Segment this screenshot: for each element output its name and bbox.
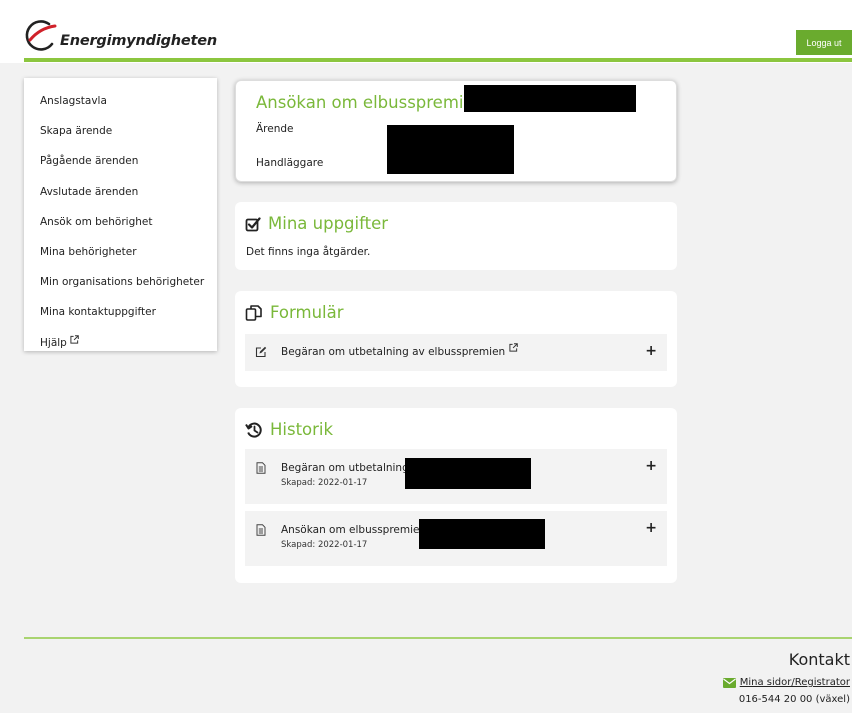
redacted-case-number — [419, 519, 545, 549]
form-item-label: Begäran om utbetalning av elbusspremien — [281, 346, 506, 358]
sidebar-item-label: Skapa ärende — [40, 125, 113, 138]
document-icon — [256, 462, 266, 474]
history-item-created: Skapad: 2022-01-17 — [281, 478, 368, 488]
tasks-header: Mina uppgifter — [245, 214, 388, 233]
history-header: Historik — [245, 420, 333, 439]
sidebar-item-mina-kontaktuppgifter[interactable]: Mina kontaktuppgifter — [24, 297, 217, 327]
contact-phone: 016-544 20 00 (växel) — [738, 694, 850, 705]
sidebar-item-label: Avslutade ärenden — [40, 185, 139, 198]
tasks-card: Mina uppgifter Det finns inga åtgärder. — [235, 202, 677, 270]
application-title: Ansökan om elbusspremie — [256, 93, 474, 112]
edit-icon — [255, 346, 267, 358]
logo[interactable]: Energimyndigheten — [22, 16, 217, 56]
contact-title: Kontakt — [788, 650, 850, 669]
external-link-icon — [70, 335, 79, 344]
sidebar-item-avslutade-arenden[interactable]: Avslutade ärenden — [24, 177, 217, 207]
logout-button[interactable]: Logga ut — [796, 30, 852, 55]
tasks-title: Mina uppgifter — [268, 214, 389, 233]
energimyndigheten-logo-icon — [25, 20, 57, 51]
sidebar-item-label: Anslagstavla — [40, 95, 107, 108]
sidebar-item-mina-behorigheter[interactable]: Mina behörigheter — [24, 237, 217, 267]
history-item-label: Begäran om utbetalning — [281, 462, 409, 474]
expand-button[interactable]: + — [645, 343, 657, 359]
sidebar-item-label: Hjälp — [40, 336, 67, 349]
history-item-created: Skapad: 2022-01-17 — [281, 540, 368, 550]
forms-title: Formulär — [270, 303, 344, 322]
external-link-icon — [509, 343, 518, 352]
copy-icon — [245, 304, 262, 321]
redacted-case-details — [387, 125, 514, 174]
sidebar-item-label: Ansök om behörighet — [40, 215, 153, 228]
forms-header: Formulär — [245, 303, 344, 322]
sidebar-item-min-organisations-behorigheter[interactable]: Min organisations behörigheter — [24, 267, 217, 297]
footer-divider — [24, 637, 852, 639]
sidebar-item-hjalp[interactable]: Hjälp — [24, 328, 217, 358]
sidebar-item-label: Pågående ärenden — [40, 155, 139, 168]
document-icon — [256, 524, 266, 536]
sidebar-nav: Anslagstavla Skapa ärende Pågående ärend… — [24, 78, 217, 351]
redacted-case-number — [405, 458, 531, 489]
form-item-payment-request[interactable]: Begäran om utbetalning av elbusspremien … — [245, 334, 667, 371]
sidebar-item-anslagstavla[interactable]: Anslagstavla — [24, 86, 217, 116]
sidebar-item-label: Mina behörigheter — [40, 246, 137, 259]
forms-card: Formulär Begäran om utbetalning av elbus… — [235, 291, 677, 387]
handler-label: Handläggare — [256, 157, 324, 169]
contact-link-label: Mina sidor/Registrator — [739, 677, 850, 688]
sidebar-item-skapa-arende[interactable]: Skapa ärende — [24, 116, 217, 146]
sidebar-item-pagaende-arenden[interactable]: Pågående ärenden — [24, 146, 217, 176]
contact-link[interactable]: Mina sidor/Registrator — [722, 677, 850, 688]
history-item-application[interactable]: Ansökan om elbusspremie Skapad: 2022-01-… — [245, 511, 667, 566]
sidebar-item-label: Min organisations behörigheter — [40, 276, 205, 289]
history-title: Historik — [270, 420, 334, 439]
history-item-payment-request[interactable]: Begäran om utbetalning Skapad: 2022-01-1… — [245, 449, 667, 504]
history-card: Historik Begäran om utbetalning Skapad: … — [235, 408, 677, 583]
checkbox-icon — [245, 216, 261, 231]
expand-button[interactable]: + — [645, 520, 657, 536]
logo-text: Energimyndigheten — [60, 33, 218, 49]
header: Energimyndigheten Logga ut — [0, 0, 852, 63]
envelope-icon — [722, 677, 736, 688]
sidebar-item-label: Mina kontaktuppgifter — [40, 306, 156, 319]
redacted-application-id — [464, 85, 636, 112]
application-card: Ansökan om elbusspremie Ärende Handlägga… — [235, 80, 677, 182]
tasks-empty-text: Det finns inga åtgärder. — [246, 246, 371, 258]
history-icon — [245, 422, 262, 438]
case-label: Ärende — [256, 123, 294, 135]
history-item-label: Ansökan om elbusspremie — [281, 524, 420, 536]
expand-button[interactable]: + — [645, 458, 657, 474]
sidebar-item-ansok-om-behorighet[interactable]: Ansök om behörighet — [24, 207, 217, 237]
header-accent-bar — [24, 58, 852, 62]
